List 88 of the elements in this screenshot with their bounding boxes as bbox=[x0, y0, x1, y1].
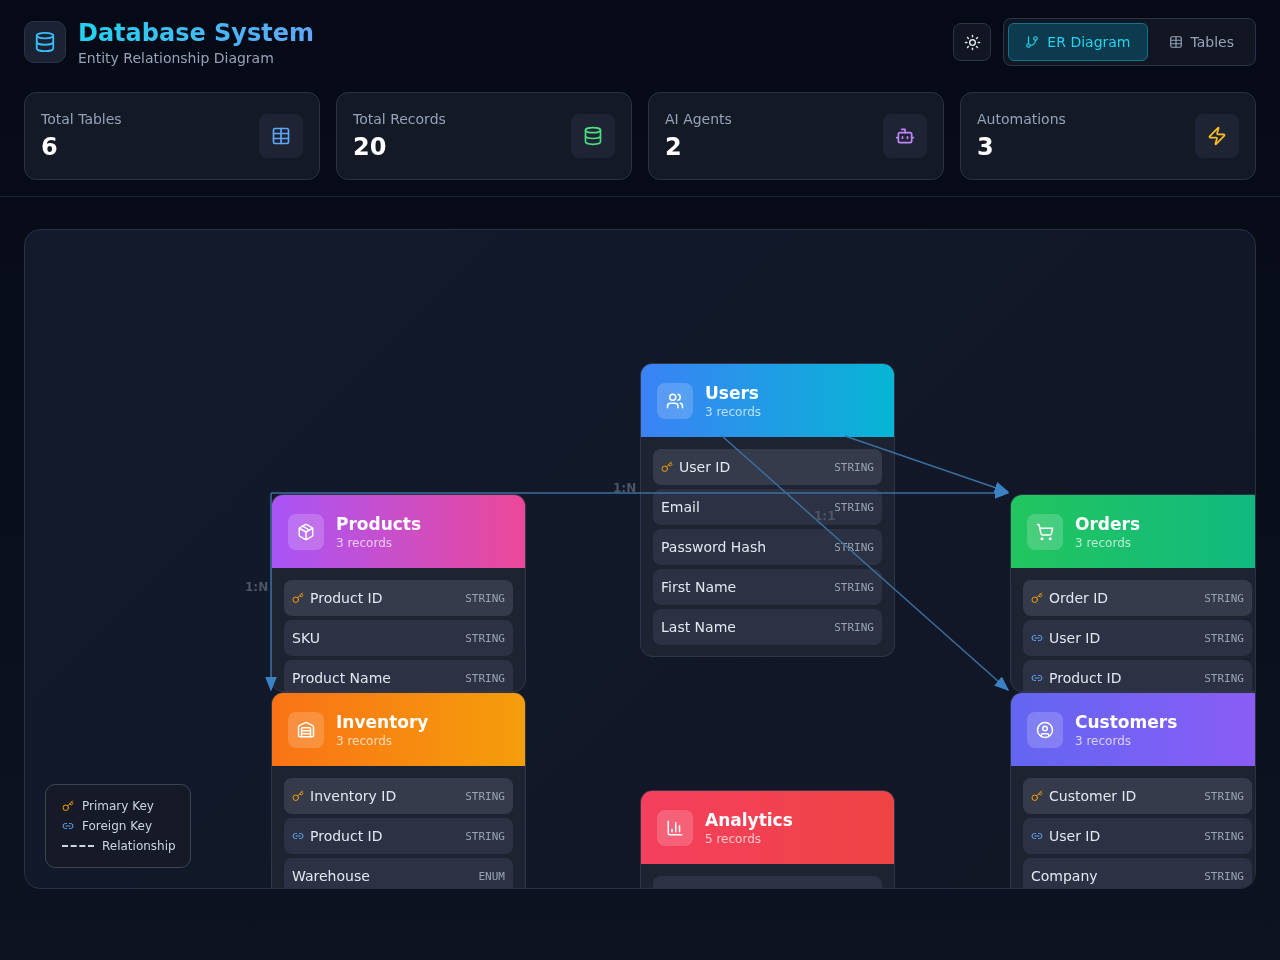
table-name: Customers bbox=[1075, 711, 1178, 732]
key-icon bbox=[62, 800, 74, 812]
stat-label: Total Tables bbox=[41, 111, 122, 127]
field-type: STRING bbox=[1204, 789, 1244, 803]
field-type: STRING bbox=[465, 591, 505, 605]
sun-icon bbox=[963, 33, 981, 51]
link-icon bbox=[62, 820, 74, 832]
stat-value: 20 bbox=[353, 133, 388, 161]
record-count: 3 records bbox=[1075, 535, 1133, 550]
field-type: STRING bbox=[465, 789, 505, 803]
record-count: 3 records bbox=[336, 535, 394, 550]
legend-label: Relationship bbox=[102, 839, 176, 853]
field-name: Product ID bbox=[1049, 670, 1123, 686]
cardinality-label: 1:1 bbox=[814, 509, 836, 523]
key-icon bbox=[292, 592, 304, 604]
field-name: SKU bbox=[292, 630, 321, 646]
field-name: Last Name bbox=[661, 619, 737, 635]
field-type: STRING bbox=[1204, 829, 1244, 843]
database-icon bbox=[24, 21, 66, 63]
table-name: Products bbox=[336, 513, 422, 534]
field-name: Order ID bbox=[1049, 590, 1110, 606]
key-icon bbox=[1031, 790, 1043, 802]
field-type: ENUM bbox=[478, 869, 505, 883]
table-name: Orders bbox=[1075, 513, 1141, 534]
field-type: STRING bbox=[465, 829, 505, 843]
view-tab[interactable]: ER Diagram bbox=[1008, 23, 1148, 61]
theme-toggle-button[interactable] bbox=[953, 23, 992, 61]
field-name: Product ID bbox=[310, 828, 384, 844]
link-icon bbox=[1031, 672, 1043, 684]
stat-label: Automations bbox=[977, 111, 1066, 127]
link-icon bbox=[292, 830, 304, 842]
view-tab[interactable]: Tables bbox=[1151, 23, 1251, 61]
table-card[interactable]: Products 3 records Product ID STRING SKU STRING Product Name STRING bbox=[271, 494, 526, 692]
field-type: STRING bbox=[834, 620, 874, 634]
table-icon bbox=[1168, 35, 1183, 49]
field-type: STRING bbox=[1204, 671, 1244, 685]
stat-label: AI Agents bbox=[665, 111, 732, 127]
stat-value: 3 bbox=[977, 133, 995, 161]
field-name: User ID bbox=[1049, 630, 1102, 646]
table-name: Inventory bbox=[336, 711, 429, 732]
table-card[interactable]: Customers 3 records Customer ID STRING User ID STRING Company STRING bbox=[1010, 692, 1255, 888]
field-type: STRING bbox=[834, 500, 874, 514]
key-icon bbox=[661, 461, 673, 473]
record-count: 3 records bbox=[705, 404, 762, 419]
record-count: 3 records bbox=[1075, 733, 1133, 748]
field-name: Product Name bbox=[292, 670, 392, 686]
table-name: Analytics bbox=[705, 809, 793, 830]
field-name: User ID bbox=[679, 459, 732, 475]
field-name: Company bbox=[1031, 868, 1099, 884]
field-name: Product ID bbox=[310, 590, 384, 606]
field-type: STRING bbox=[834, 460, 874, 474]
stat-value: 2 bbox=[665, 133, 683, 161]
field-name: First Name bbox=[661, 579, 738, 595]
field-type: STRING bbox=[1204, 869, 1244, 883]
record-count: 5 records bbox=[705, 831, 763, 846]
stat-label: Total Records bbox=[353, 111, 446, 127]
field-type: STRING bbox=[834, 580, 874, 594]
dashed-line-icon bbox=[62, 845, 94, 847]
field-type: STRING bbox=[465, 671, 505, 685]
users-icon bbox=[657, 382, 693, 419]
field-name: Customer ID bbox=[1049, 788, 1138, 804]
key-icon bbox=[292, 790, 304, 802]
cardinality-label: 1:N bbox=[245, 580, 269, 594]
field-name: Warehouse bbox=[292, 868, 371, 884]
table-name: Users bbox=[705, 382, 760, 403]
table-card[interactable]: Inventory 3 records Inventory ID STRING Product ID STRING Warehouse ENUM bbox=[271, 692, 526, 888]
branch-icon bbox=[1025, 35, 1040, 49]
table-card[interactable]: Orders 3 records Order ID STRING User ID STRING Product ID STRING bbox=[1010, 494, 1255, 692]
cart-icon bbox=[1027, 513, 1063, 550]
field-name: Password Hash bbox=[661, 539, 768, 555]
field-name: User ID bbox=[1049, 828, 1102, 844]
app-subtitle: Entity Relationship Diagram bbox=[78, 49, 275, 66]
field-type: STRING bbox=[1204, 591, 1244, 605]
legend-label: Foreign Key bbox=[82, 819, 152, 833]
link-icon bbox=[1031, 632, 1043, 644]
bar-chart-icon bbox=[657, 809, 693, 846]
warehouse-icon bbox=[288, 711, 324, 748]
cardinality-label: 1:N bbox=[613, 481, 637, 495]
field-type: STRING bbox=[465, 631, 505, 645]
field-name: Inventory ID bbox=[310, 788, 398, 804]
link-icon bbox=[1031, 830, 1043, 842]
table-card[interactable]: Analytics 5 records bbox=[640, 790, 895, 888]
stat-value: 6 bbox=[41, 133, 59, 161]
legend-label: Primary Key bbox=[82, 799, 154, 813]
field-type: STRING bbox=[1204, 631, 1244, 645]
record-count: 3 records bbox=[336, 733, 394, 748]
package-icon bbox=[288, 513, 324, 550]
key-icon bbox=[1031, 592, 1043, 604]
